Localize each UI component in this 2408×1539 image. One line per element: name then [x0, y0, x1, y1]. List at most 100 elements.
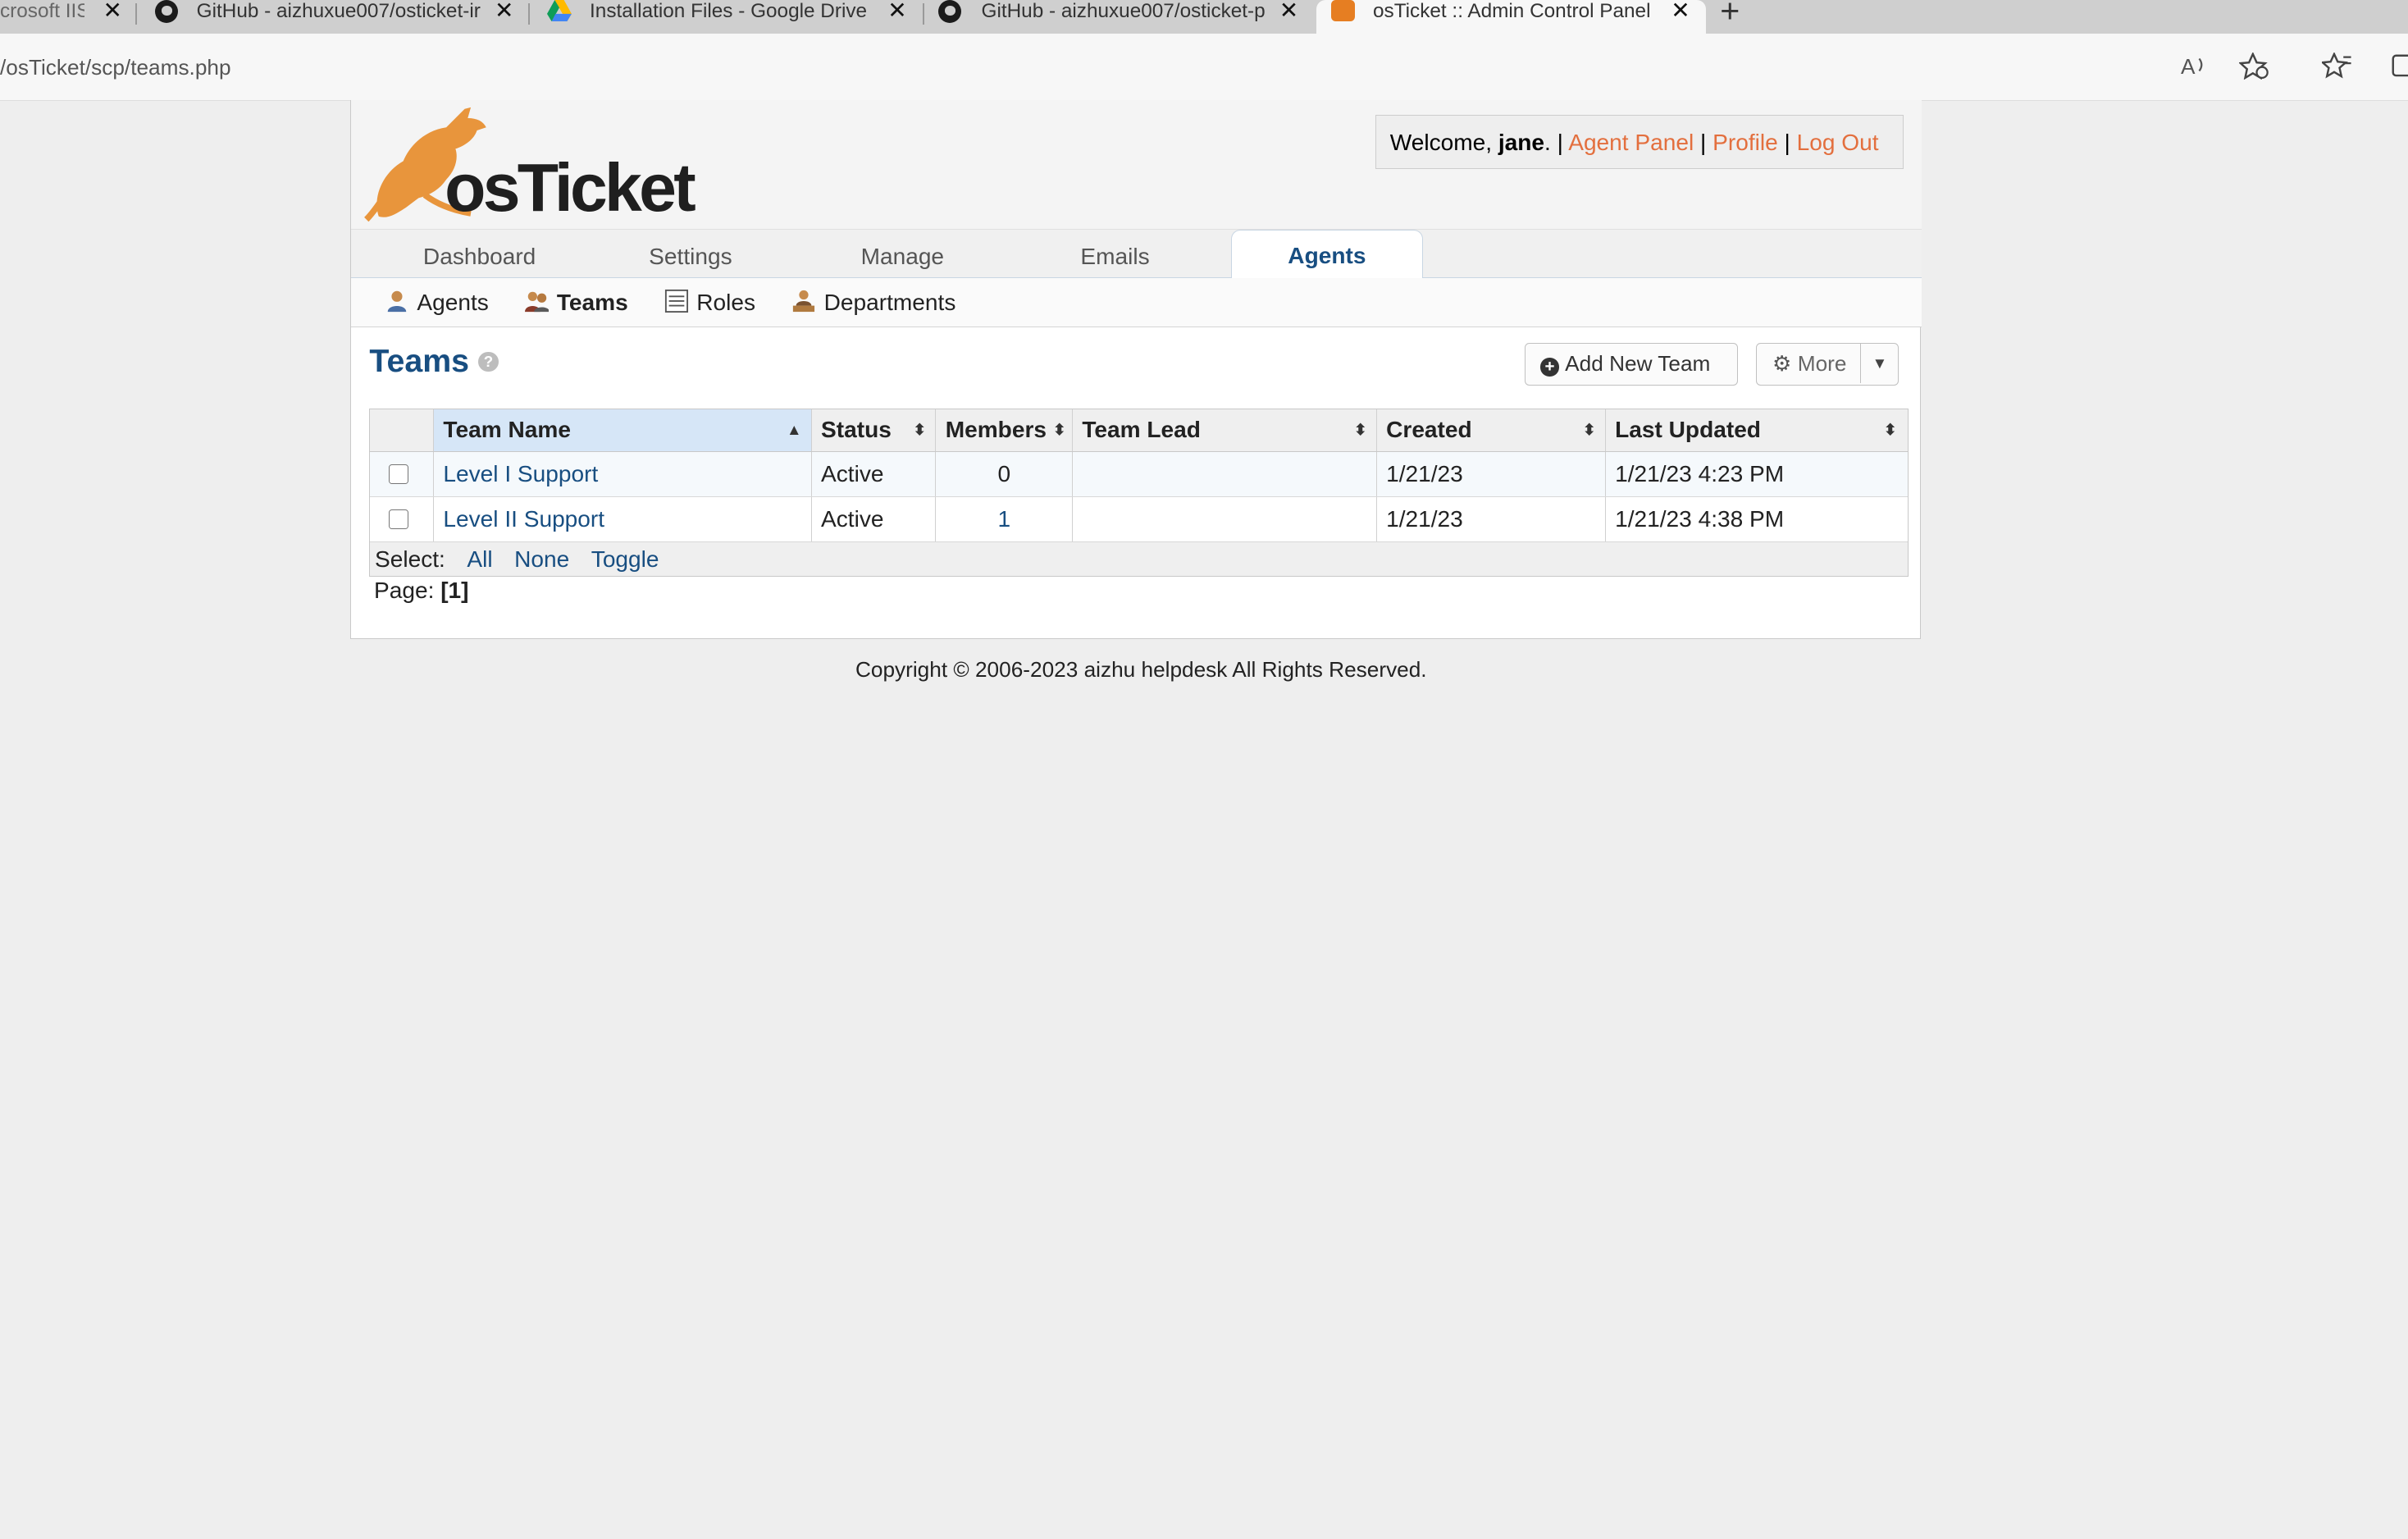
separator: |: [1557, 130, 1563, 156]
sort-icon: ⬍: [913, 421, 927, 439]
close-icon[interactable]: ✕: [103, 0, 122, 23]
collections-icon[interactable]: [2390, 53, 2408, 80]
column-status[interactable]: Status ⬍: [810, 409, 936, 451]
favorites-icon[interactable]: [2322, 52, 2352, 80]
subnav-label: Roles: [696, 290, 756, 316]
updated-cell: 1/21/23 4:38 PM: [1604, 496, 1906, 542]
profile-link[interactable]: Profile: [1713, 130, 1778, 155]
sub-nav: Agents Teams Roles Departments: [350, 277, 1922, 327]
tab-agents[interactable]: Agents: [1230, 229, 1423, 279]
browser-tab-bar: crosoft IIS ✕ GitHub - aizhuxue007/ostic…: [0, 0, 2408, 34]
tab-microsoft-iis[interactable]: crosoft IIS ✕: [0, 0, 137, 34]
column-label: Members: [945, 417, 1047, 443]
close-icon[interactable]: ✕: [887, 0, 907, 23]
column-members[interactable]: Members ⬍: [935, 409, 1072, 451]
username: jane: [1498, 130, 1545, 156]
tab-separator: [135, 2, 137, 25]
column-team-lead[interactable]: Team Lead ⬍: [1072, 409, 1376, 451]
team-lead-cell: [1072, 451, 1376, 496]
select-toggle-link[interactable]: Toggle: [591, 546, 659, 572]
column-label: Team Lead: [1082, 417, 1201, 443]
tab-title: crosoft IIS: [0, 0, 84, 22]
subnav-label: Departments: [823, 290, 956, 316]
members-cell: 1: [935, 496, 1072, 542]
page-label: Page:: [374, 578, 435, 604]
column-label: Last Updated: [1615, 417, 1761, 443]
current-page: [1]: [440, 578, 469, 604]
tab-osticket-admin[interactable]: osTicket :: Admin Control Panel ✕: [1316, 0, 1707, 34]
sort-icon: ⬍: [1353, 421, 1367, 439]
column-label: Team Name: [443, 417, 571, 443]
gear-icon: ⚙: [1772, 350, 1792, 376]
tab-emails[interactable]: Emails: [1080, 244, 1149, 270]
close-icon[interactable]: ✕: [1279, 0, 1299, 23]
osticket-icon: [1331, 0, 1355, 22]
more-label: More: [1797, 350, 1847, 376]
column-label: Status: [821, 417, 892, 443]
agent-panel-link[interactable]: Agent Panel: [1568, 130, 1694, 155]
chevron-down-icon[interactable]: ▼: [1860, 343, 1898, 384]
tab-dashboard[interactable]: Dashboard: [423, 244, 536, 270]
tab-title: GitHub - aizhuxue007/osticket-p: [981, 0, 1266, 22]
welcome-text: Welcome,: [1389, 130, 1498, 156]
team-name-link[interactable]: Level I Support: [443, 461, 598, 486]
tab-title: Installation Files - Google Drive: [590, 0, 868, 22]
column-created[interactable]: Created ⬍: [1375, 409, 1605, 451]
read-aloud-icon[interactable]: A: [2181, 53, 2209, 80]
tab-settings[interactable]: Settings: [649, 244, 732, 270]
close-icon[interactable]: ✕: [1671, 0, 1690, 23]
logo-text: osTicket: [445, 150, 696, 226]
status-cell: Active: [810, 451, 936, 496]
column-label: Created: [1386, 417, 1472, 443]
subnav-label: Teams: [556, 290, 628, 316]
github-icon: [938, 0, 962, 24]
tab-title: osTicket :: Admin Control Panel: [1373, 0, 1651, 22]
subnav-agents[interactable]: Agents: [385, 289, 489, 316]
osticket-logo[interactable]: osTicket: [363, 106, 701, 225]
status-cell: Active: [810, 496, 936, 542]
subnav-label: Agents: [417, 290, 489, 316]
team-name-link[interactable]: Level II Support: [443, 506, 604, 532]
pagination: Page: [1]: [374, 578, 469, 604]
select-none-link[interactable]: None: [514, 546, 569, 572]
close-icon[interactable]: ✕: [495, 0, 514, 23]
column-team-name[interactable]: Team Name ▲: [433, 409, 811, 451]
created-cell: 1/21/23: [1375, 496, 1605, 542]
help-icon[interactable]: ?: [478, 351, 499, 372]
row-select-cell: [370, 452, 433, 496]
tab-google-drive[interactable]: Installation Files - Google Drive ✕: [546, 0, 925, 34]
tab-github-osticket-p[interactable]: GitHub - aizhuxue007/osticket-p ✕: [938, 0, 1315, 34]
subnav-teams[interactable]: Teams: [524, 289, 628, 316]
column-last-updated[interactable]: Last Updated ⬍: [1604, 409, 1906, 451]
select-bar: Select: All None Toggle: [370, 542, 1908, 577]
sort-icon: ⬍: [1883, 421, 1897, 439]
subnav-departments[interactable]: Departments: [791, 289, 955, 316]
row-checkbox[interactable]: [388, 464, 409, 484]
teams-table: Team Name ▲ Status ⬍ Members ⬍ Team Lead…: [369, 409, 1909, 578]
add-new-team-label: Add New Team: [1565, 350, 1711, 376]
table-header: Team Name ▲ Status ⬍ Members ⬍ Team Lead…: [370, 409, 1908, 452]
team-name-cell: Level I Support: [433, 451, 811, 496]
url-text[interactable]: /osTicket/scp/teams.php: [0, 55, 231, 80]
subnav-roles[interactable]: Roles: [664, 289, 755, 316]
roles-icon: [664, 289, 688, 313]
user-info-box: Welcome, jane. | Agent Panel | Profile |…: [1375, 115, 1904, 169]
members-cell: 0: [935, 451, 1072, 496]
more-button[interactable]: ⚙ More ▼: [1756, 342, 1899, 386]
members-link[interactable]: 1: [997, 506, 1010, 532]
google-drive-icon: [546, 0, 572, 22]
new-tab-button[interactable]: +: [1720, 0, 1740, 28]
tab-github-osticket-ir[interactable]: GitHub - aizhuxue007/osticket-ir ✕: [152, 0, 530, 34]
logout-link[interactable]: Log Out: [1797, 130, 1879, 155]
add-new-team-button[interactable]: + Add New Team: [1524, 342, 1738, 386]
select-all-link[interactable]: All: [467, 546, 492, 572]
tab-separator: [923, 2, 925, 25]
row-checkbox[interactable]: [388, 509, 409, 530]
github-icon: [155, 0, 179, 24]
sort-icon: ⬍: [1052, 421, 1066, 439]
tab-manage[interactable]: Manage: [861, 244, 944, 270]
column-checkbox: [370, 409, 433, 451]
created-cell: 1/21/23: [1375, 451, 1605, 496]
svg-text:A: A: [2181, 54, 2196, 79]
add-favorite-icon[interactable]: [2239, 52, 2269, 80]
